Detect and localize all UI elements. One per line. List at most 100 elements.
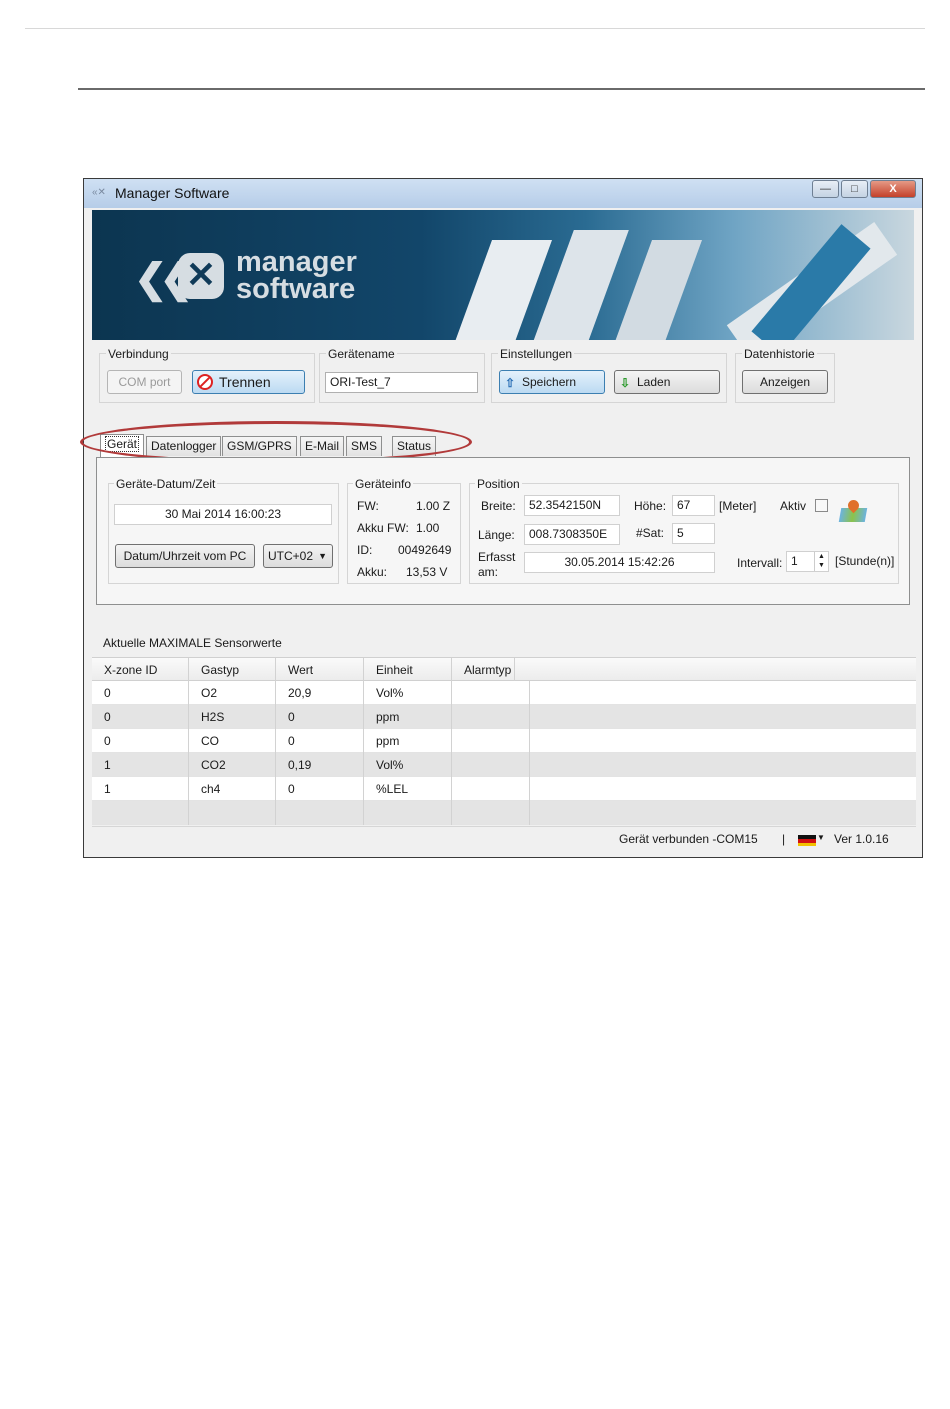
geraetename-label: Gerätename xyxy=(326,347,397,361)
akku-fw-value: 1.00 xyxy=(416,521,440,535)
aktiv-checkbox[interactable] xyxy=(815,499,828,512)
geraeteinfo-label: Geräteinfo xyxy=(353,477,414,491)
cell-xzone: 1 xyxy=(92,777,189,801)
cell-gastyp: H2S xyxy=(189,705,276,729)
cell-xzone: 0 xyxy=(92,705,189,729)
geraetename-input[interactable]: ORI-Test_7 xyxy=(325,372,478,393)
datum-vom-pc-button[interactable]: Datum/Uhrzeit vom PC xyxy=(115,544,255,568)
cell-alarmtyp xyxy=(452,705,530,729)
akku-value: 13,53 V xyxy=(406,565,448,579)
status-separator: | xyxy=(782,832,786,846)
datum-label: Geräte-Datum/Zeit xyxy=(114,477,218,491)
cell-wert: 0,19 xyxy=(276,753,364,777)
intervall-unit: [Stunde(n)] xyxy=(835,554,895,568)
cell-alarmtyp xyxy=(452,777,530,801)
sat-input[interactable]: 5 xyxy=(672,523,715,544)
aktiv-label: Aktiv xyxy=(780,499,807,513)
table-row-empty[interactable] xyxy=(92,801,916,825)
cell-alarmtyp xyxy=(452,729,530,753)
cell-alarmtyp xyxy=(452,753,530,777)
col-header-gastyp[interactable]: Gastyp xyxy=(189,658,276,682)
table-row[interactable]: 0 O2 20,9 Vol% xyxy=(92,681,916,705)
intervall-value: 1 xyxy=(791,554,798,568)
position-label: Position xyxy=(475,477,522,491)
cell-xzone: 0 xyxy=(92,681,189,705)
page-rule xyxy=(78,88,925,90)
app-icon: «✕ xyxy=(92,187,106,198)
title-bar[interactable]: «✕ Manager Software — □ X xyxy=(84,179,922,208)
status-bar: Gerät verbunden -COM15 | ▼ Ver 1.0.16 xyxy=(92,826,916,850)
cell-einheit: Vol% xyxy=(364,681,452,705)
cell-wert xyxy=(276,801,364,825)
erfasst-label-am: am: xyxy=(478,565,499,579)
table-row[interactable]: 0 CO 0 ppm xyxy=(92,729,916,753)
col-header-wert[interactable]: Wert xyxy=(276,658,364,682)
sat-label: #Sat: xyxy=(636,526,665,540)
col-header-xzone[interactable]: X-zone ID xyxy=(92,658,189,682)
version-text: Ver 1.0.16 xyxy=(834,832,889,846)
sensor-table-header: X-zone ID Gastyp Wert Einheit Alarmtyp xyxy=(92,657,916,682)
anzeigen-button[interactable]: Anzeigen xyxy=(742,370,828,394)
maximize-button[interactable]: □ xyxy=(841,180,868,198)
erfasst-field: 30.05.2014 15:42:26 xyxy=(524,552,715,573)
laden-button[interactable]: ⇩ Laden xyxy=(614,370,720,394)
close-button[interactable]: X xyxy=(870,180,916,198)
col-header-alarmtyp[interactable]: Alarmtyp xyxy=(452,658,515,682)
id-value: 00492649 xyxy=(398,543,452,557)
cell-einheit: ppm xyxy=(364,729,452,753)
cell-alarmtyp xyxy=(452,681,530,705)
intervall-stepper[interactable]: 1 ▲ ▼ xyxy=(786,551,829,572)
minimize-button[interactable]: — xyxy=(812,180,839,198)
cell-einheit: %LEL xyxy=(364,777,452,801)
table-row[interactable]: 1 ch4 0 %LEL xyxy=(92,777,916,801)
com-port-button[interactable]: COM port xyxy=(107,370,182,394)
connection-status: Gerät verbunden -COM15 xyxy=(619,832,758,846)
cell-wert: 20,9 xyxy=(276,681,364,705)
language-chevron-icon[interactable]: ▼ xyxy=(817,833,825,842)
map-icon[interactable] xyxy=(838,497,868,524)
cell-gastyp: CO xyxy=(189,729,276,753)
einstellungen-label: Einstellungen xyxy=(498,347,575,361)
cell-xzone xyxy=(92,801,189,825)
cell-wert: 0 xyxy=(276,705,364,729)
akku-key: Akku: xyxy=(357,565,388,579)
window-title: Manager Software xyxy=(115,185,230,201)
trennen-label: Trennen xyxy=(219,374,271,390)
erfasst-label: Erfasst xyxy=(478,550,516,564)
fw-value: 1.00 Z xyxy=(416,499,451,513)
fw-key: FW: xyxy=(357,499,379,513)
upload-arrow-icon: ⇧ xyxy=(505,376,516,390)
speichern-label: Speichern xyxy=(522,375,577,389)
laenge-label: Länge: xyxy=(478,528,515,542)
speichern-button[interactable]: ⇧ Speichern xyxy=(499,370,605,394)
hoehe-input[interactable]: 67 xyxy=(672,495,715,516)
datum-field[interactable]: 30 Mai 2014 16:00:23 xyxy=(114,504,332,525)
cell-gastyp: O2 xyxy=(189,681,276,705)
cell-wert: 0 xyxy=(276,777,364,801)
datum-group xyxy=(108,483,339,584)
intervall-label: Intervall: xyxy=(737,556,783,570)
cell-einheit: Vol% xyxy=(364,753,452,777)
cell-wert: 0 xyxy=(276,729,364,753)
trennen-button[interactable]: Trennen xyxy=(192,370,305,394)
stepper-down-icon[interactable]: ▼ xyxy=(814,561,828,571)
chevron-down-icon: ▼ xyxy=(318,551,327,561)
table-row[interactable]: 0 H2S 0 ppm xyxy=(92,705,916,729)
logo-text-software: software xyxy=(236,273,356,305)
breite-input[interactable]: 52.3542150N xyxy=(524,495,620,516)
language-flag-icon[interactable] xyxy=(798,835,816,846)
cell-alarmtyp xyxy=(452,801,530,825)
utc-value: UTC+02 xyxy=(268,549,314,563)
sensor-title: Aktuelle MAXIMALE Sensorwerte xyxy=(103,636,282,650)
akku-fw-key: Akku FW: xyxy=(357,521,409,535)
laden-label: Laden xyxy=(637,375,671,389)
download-arrow-icon: ⇩ xyxy=(620,376,631,390)
id-key: ID: xyxy=(357,543,373,557)
col-header-einheit[interactable]: Einheit xyxy=(364,658,452,682)
utc-dropdown[interactable]: UTC+02 ▼ xyxy=(263,544,333,568)
cell-gastyp: ch4 xyxy=(189,777,276,801)
breite-label: Breite: xyxy=(481,499,516,513)
laenge-input[interactable]: 008.7308350E xyxy=(524,524,620,545)
table-row[interactable]: 1 CO2 0,19 Vol% xyxy=(92,753,916,777)
hoehe-label: Höhe: xyxy=(634,499,667,513)
